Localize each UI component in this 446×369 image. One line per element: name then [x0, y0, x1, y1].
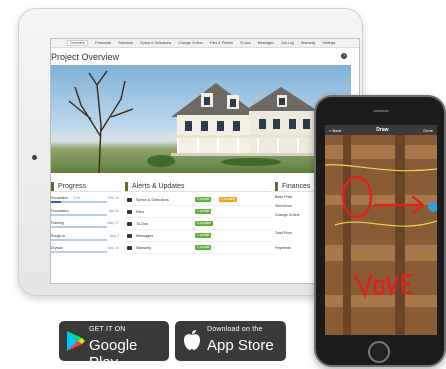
alert-label: To-Dos [136, 222, 149, 226]
alert-label: Files [136, 210, 145, 214]
pending-badge[interactable]: 1 pending [219, 197, 238, 202]
alert-row[interactable]: Files 1 update [125, 206, 271, 218]
finance-label: Selections [275, 204, 292, 208]
house-photo [51, 65, 351, 173]
phone-speaker [373, 110, 389, 112]
alerts-accent-bar [125, 181, 128, 191]
alert-row[interactable]: To-Dos 6 updates [125, 218, 271, 230]
alert-label: Messages [136, 234, 154, 238]
alerts-header: Alerts & Updates [125, 181, 271, 192]
update-badge[interactable]: 1 update [195, 209, 212, 214]
messages-icon [127, 234, 132, 238]
progress-panel: Progress Excavation 17% Feb 24 Foundation Ap… [51, 181, 121, 283]
warranty-icon [127, 246, 132, 250]
progress-date: May 17 [107, 221, 119, 225]
progress-fill [51, 201, 61, 204]
tab-change-orders[interactable]: Change Orders [178, 41, 203, 45]
update-badge[interactable]: 1 update [195, 233, 212, 238]
tree-icon [68, 70, 134, 173]
finances-accent-bar [275, 181, 278, 191]
house-illustration [68, 70, 347, 173]
progress-fill [51, 226, 107, 229]
progress-percent: 17% [73, 196, 81, 200]
progress-bar [51, 213, 107, 216]
tab-files-photos[interactable]: Files & Photos [210, 41, 233, 45]
progress-label: Rough-in [51, 233, 66, 238]
phone-device: < Back Draw Done [314, 95, 446, 367]
progress-fill [51, 213, 107, 216]
progress-date: Apr 01 [108, 208, 119, 213]
tab-messages[interactable]: Messages [258, 41, 274, 45]
progress-row: Excavation 17% Feb 24 [51, 194, 121, 207]
progress-date: Feb 24 [108, 196, 119, 200]
progress-bar [51, 251, 107, 254]
files-icon [127, 210, 132, 214]
alert-row[interactable]: Warranty 1 update [125, 242, 271, 254]
progress-label: Drywall [51, 246, 63, 250]
update-badge[interactable]: 1 update [195, 197, 212, 202]
finance-label: Payments [275, 246, 291, 250]
progress-header: Progress [51, 181, 121, 192]
update-badge[interactable]: 6 updates [195, 221, 214, 226]
progress-date: Aug 2 [109, 233, 119, 238]
tab-job-log[interactable]: Job Log [281, 41, 294, 45]
finances-title: Finances [282, 182, 311, 190]
tab-specs-selections[interactable]: Specs & Selections [140, 41, 171, 45]
back-button[interactable]: < Back [329, 128, 341, 133]
app-store-button[interactable]: Download on the App Store [175, 321, 286, 361]
google-play-big-text: Google Play [89, 337, 138, 369]
phone-home-button[interactable] [368, 341, 390, 363]
alerts-title: Alerts & Updates [132, 182, 185, 190]
tablet-home-button [32, 155, 37, 160]
page-title: Project Overview [51, 52, 120, 62]
finance-label: Total Price [275, 231, 292, 235]
alert-row[interactable]: Specs & Selections 1 update 1 pending [125, 194, 271, 206]
tab-warranty[interactable]: Warranty [301, 41, 315, 45]
progress-bar [51, 238, 107, 241]
google-play-button[interactable]: GET IT ON Google Play [59, 321, 169, 369]
wood-framing-photo [325, 125, 437, 335]
progress-row: Framing May 17 [51, 219, 121, 232]
progress-accent-bar [51, 181, 54, 191]
progress-label: Foundation [51, 208, 69, 213]
tab-financials[interactable]: Financials [95, 41, 111, 45]
progress-fill [51, 251, 107, 254]
progress-row: Rough-in Aug 2 [51, 232, 121, 245]
finance-label: Base Price [275, 195, 293, 199]
progress-label: Framing [51, 221, 64, 225]
alert-row[interactable]: Messages 1 update [125, 230, 271, 242]
google-play-small-text: GET IT ON [89, 326, 126, 333]
alert-label: Specs & Selections [136, 198, 169, 202]
progress-label: Excavation [51, 196, 69, 200]
progress-date: Sep 23 [107, 246, 119, 250]
finance-label: Change Orders [275, 213, 300, 217]
todos-icon [127, 222, 132, 226]
progress-row: Foundation Apr 01 [51, 207, 121, 220]
progress-title: Progress [58, 182, 87, 190]
progress-bar [51, 201, 107, 204]
progress-fill [51, 238, 107, 241]
progress-row: Drywall Sep 23 [51, 244, 121, 257]
top-nav: Overview Financials Schedule Specs & Sel… [51, 39, 359, 48]
tab-overview[interactable]: Overview [67, 40, 88, 46]
help-icon[interactable]: ? [341, 53, 347, 59]
specs-icon [127, 198, 132, 202]
tab-todos[interactable]: To-dos [240, 41, 251, 45]
google-play-icon [67, 331, 85, 351]
done-button[interactable]: Done [423, 128, 433, 133]
alert-label: Warranty [136, 246, 152, 250]
phone-screen: < Back Draw Done [325, 125, 437, 335]
app-store-small-text: Download on the [207, 326, 263, 333]
phone-header: < Back Draw Done [325, 125, 437, 135]
tab-schedule[interactable]: Schedule [118, 41, 133, 45]
update-badge[interactable]: 1 update [195, 245, 212, 250]
app-store-big-text: App Store [207, 337, 274, 354]
tab-settings[interactable]: Settings [322, 41, 335, 45]
draw-title: Draw [376, 127, 389, 133]
apple-icon [184, 330, 200, 350]
house-icon [171, 83, 321, 156]
alerts-panel: Alerts & Updates Specs & Selections 1 upd… [125, 181, 271, 283]
progress-bar [51, 226, 107, 229]
